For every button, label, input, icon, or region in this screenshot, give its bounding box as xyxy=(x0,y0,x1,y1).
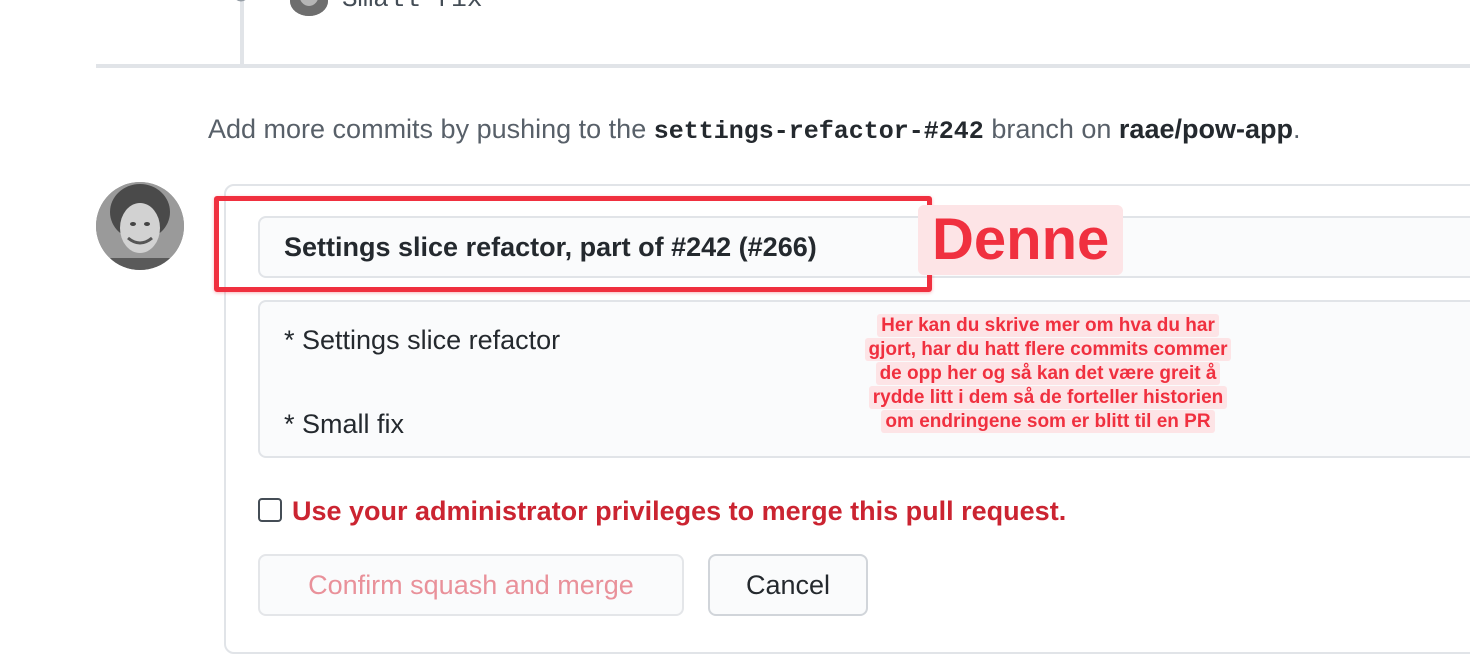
push-hint: Add more commits by pushing to the setti… xyxy=(208,114,1300,146)
annotation-note: Her kan du skrive mer om hva du har gjor… xyxy=(830,314,1266,434)
separator xyxy=(96,64,1470,68)
avatar[interactable] xyxy=(96,182,184,270)
annotation-note-line: gjort, har du hatt flere commits commer xyxy=(864,338,1232,361)
cancel-button[interactable]: Cancel xyxy=(708,554,868,616)
hint-prefix: Add more commits by pushing to the xyxy=(208,114,647,144)
commit-body-line[interactable]: * Settings slice refactor xyxy=(284,325,560,356)
admin-override-label[interactable]: Use your administrator privileges to mer… xyxy=(292,496,1066,527)
commit-body-line[interactable]: * Small fix xyxy=(284,409,404,440)
annotation-note-line: de opp her og så kan det være greit å xyxy=(875,362,1221,385)
annotation-note-line: rydde litt i dem så de forteller histori… xyxy=(868,386,1228,409)
merge-page: Small fix Add more commits by pushing to… xyxy=(0,0,1470,670)
hint-middle: branch on xyxy=(991,114,1112,144)
commit-author-avatar[interactable] xyxy=(290,0,328,16)
annotation-label: Denne xyxy=(918,205,1124,275)
commit-message[interactable]: Small fix xyxy=(342,0,482,14)
admin-override-checkbox[interactable] xyxy=(258,498,282,522)
branch-name: settings-refactor-#242 xyxy=(653,117,984,146)
repo-name[interactable]: raae/pow-app xyxy=(1119,114,1293,144)
hint-suffix: . xyxy=(1292,114,1301,144)
annotation-highlight-box xyxy=(214,196,932,292)
annotation-note-line: Her kan du skrive mer om hva du har xyxy=(877,314,1219,337)
annotation-note-line: om endringene som er blitt til en PR xyxy=(881,410,1215,433)
commit-icon xyxy=(236,0,246,2)
confirm-squash-merge-button[interactable]: Confirm squash and merge xyxy=(258,554,684,616)
timeline-line xyxy=(240,0,244,66)
